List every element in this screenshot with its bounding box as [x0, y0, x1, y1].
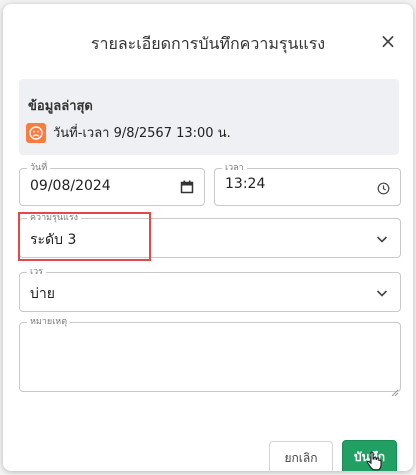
- severity-value[interactable]: ระดับ 3: [30, 229, 76, 251]
- sad-face-icon: [26, 122, 46, 143]
- hand-cursor-icon: [366, 451, 382, 471]
- latest-info-title: ข้อมูลล่าสุด: [28, 99, 93, 114]
- dialog-footer: ยกเลิก บันทึก: [3, 405, 413, 471]
- severity-select[interactable]: ความรุนแรง ระดับ 3: [19, 212, 401, 258]
- chevron-down-icon[interactable]: [375, 231, 391, 247]
- date-value[interactable]: 09/08/2024: [30, 178, 111, 194]
- note-label: หมายเหตุ: [27, 316, 71, 328]
- shift-select[interactable]: เวร บ่าย: [19, 266, 401, 312]
- latest-info-panel: ข้อมูลล่าสุด วันที่-เวลา 9/8/2567 13:00 …: [19, 79, 399, 155]
- time-field[interactable]: เวลา 13:24: [214, 162, 401, 206]
- clock-icon[interactable]: [377, 180, 393, 196]
- severity-label: ความรุนแรง: [27, 212, 82, 224]
- latest-info-row: วันที่-เวลา 9/8/2567 13:00 น.: [26, 122, 231, 143]
- shift-value[interactable]: บ่าย: [30, 283, 55, 305]
- close-icon[interactable]: ×: [377, 30, 399, 52]
- date-field[interactable]: วันที่ 09/08/2024: [19, 162, 205, 206]
- note-textarea[interactable]: หมายเหตุ: [19, 316, 401, 397]
- dialog-title: รายละเอียดการบันทึกความรุนแรง: [90, 34, 326, 53]
- dialog-header: รายละเอียดการบันทึกความรุนแรง ×: [3, 4, 413, 76]
- date-label: วันที่: [27, 162, 51, 174]
- chevron-down-icon[interactable]: [375, 285, 391, 301]
- shift-label: เวร: [27, 266, 46, 278]
- time-label: เวลา: [222, 162, 247, 174]
- latest-datetime: วันที่-เวลา 9/8/2567 13:00 น.: [53, 126, 231, 141]
- time-value[interactable]: 13:24: [225, 176, 265, 192]
- severity-record-dialog: รายละเอียดการบันทึกความรุนแรง × ข้อมูลล่…: [3, 4, 413, 471]
- resize-handle-icon[interactable]: [391, 382, 399, 397]
- cancel-button[interactable]: ยกเลิก: [269, 441, 333, 471]
- calendar-icon[interactable]: [180, 179, 196, 195]
